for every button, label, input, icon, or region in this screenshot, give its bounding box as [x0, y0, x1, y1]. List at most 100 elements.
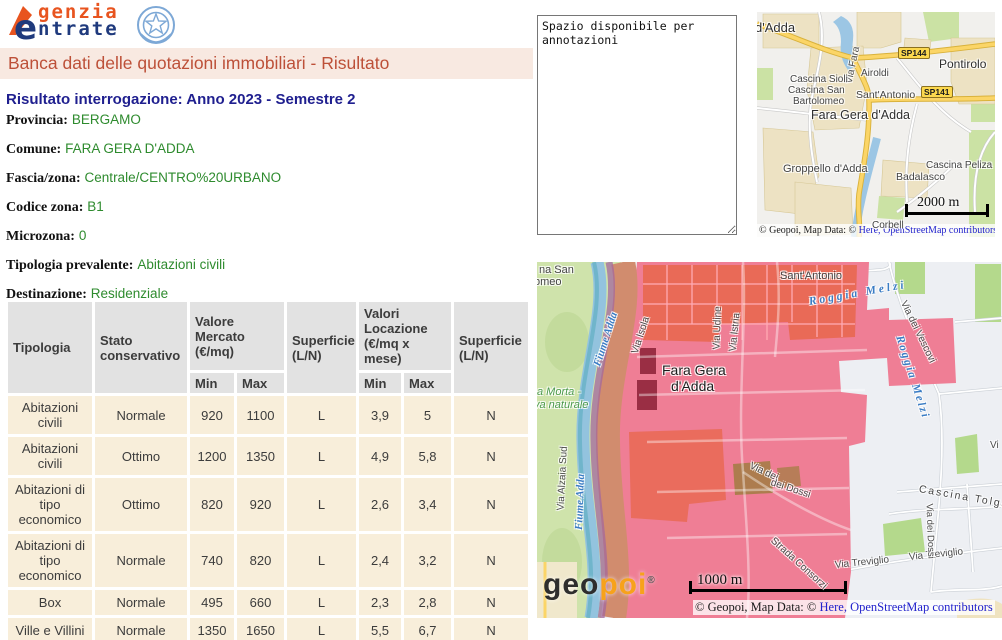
table-cell: 820 — [190, 478, 234, 531]
table-cell: 1650 — [237, 618, 284, 640]
map-label: Via Udine — [712, 306, 725, 350]
geopoi-logo: geopoi® — [543, 568, 656, 602]
map-label: Groppello d'Adda — [783, 163, 868, 175]
table-cell: 1200 — [190, 437, 234, 475]
table-cell: Box — [8, 590, 92, 615]
table-cell: 1350 — [190, 618, 234, 640]
col-header-tipologia: Tipologia — [8, 302, 92, 393]
map-label: Cascina Sioli — [790, 74, 848, 85]
table-cell: 5,5 — [359, 618, 401, 640]
map-label: Vi — [990, 440, 999, 451]
field-row: Fascia/zona: Centrale/CENTRO%20URBANO — [6, 170, 526, 187]
col-header-max-mercato: Max — [237, 373, 284, 393]
map-label: d'Adda — [757, 20, 795, 35]
logo-wordmark: genzia ntrate — [38, 4, 119, 38]
table-cell: 495 — [190, 590, 234, 615]
map-label: Cascina San — [788, 85, 845, 96]
col-header-max-locazione: Max — [404, 373, 451, 393]
field-value: BERGAMO — [72, 112, 141, 127]
table-cell: 2,4 — [359, 534, 401, 587]
table-cell: 820 — [237, 534, 284, 587]
table-cell: N — [454, 590, 528, 615]
table-cell: 3,4 — [404, 478, 451, 531]
map-label: d'Adda — [671, 378, 714, 394]
zone-map-attribution: © Geopoi, Map Data: © Here, OpenStreetMa… — [693, 600, 995, 615]
field-label: Fascia/zona: — [6, 171, 81, 186]
map-label: Airoldi — [861, 68, 889, 79]
table-cell: 1350 — [237, 437, 284, 475]
map-label: omeo — [537, 276, 562, 288]
table-cell: Abitazioni di tipo economico — [8, 478, 92, 531]
field-label: Provincia: — [6, 113, 68, 128]
map-label: Fara Gera d'Adda — [811, 108, 910, 122]
table-cell: 5 — [404, 396, 451, 434]
route-badge: SP144 — [898, 47, 930, 59]
attribution-text: © Geopoi, Map Data: © — [759, 225, 859, 236]
italian-republic-emblem-icon — [135, 4, 177, 46]
table-cell: 2,3 — [359, 590, 401, 615]
map-label: Sant'Antonio — [856, 89, 915, 101]
map-label: Cascina Peliza — [926, 160, 992, 171]
table-cell: Abitazioni civili — [8, 396, 92, 434]
map-label: Fiume Adda — [573, 474, 587, 531]
map-label: Pontirolo — [939, 57, 986, 71]
map-label: a Morta - — [537, 386, 581, 398]
quotazioni-table-body: Abitazioni civiliNormale9201100L3,95NAbi… — [8, 396, 528, 640]
table-cell: Normale — [95, 590, 187, 615]
route-badge: SP141 — [921, 86, 953, 98]
table-row: Abitazioni civiliNormale9201100L3,95N — [8, 396, 528, 434]
map-label: na San — [539, 264, 574, 276]
col-header-min-mercato: Min — [190, 373, 234, 393]
table-cell: 4,9 — [359, 437, 401, 475]
table-cell: L — [287, 590, 356, 615]
field-label: Microzona: — [6, 229, 75, 244]
field-value: 0 — [79, 228, 87, 243]
col-header-superficie-2: Superficie (L/N) — [454, 302, 528, 393]
table-cell: 1100 — [237, 396, 284, 434]
field-value: B1 — [87, 199, 104, 214]
col-header-valori-locazione: Valori Locazione (€/mq x mese) — [359, 302, 451, 370]
table-cell: Ottimo — [95, 478, 187, 531]
here-link[interactable]: Here, — [820, 600, 847, 614]
table-cell: L — [287, 396, 356, 434]
zone-map[interactable]: geopoi® 1000 m © Geopoi, Map Data: © Her… — [537, 262, 1002, 618]
table-cell: 2,6 — [359, 478, 401, 531]
table-cell: 2,8 — [404, 590, 451, 615]
table-cell: 3,2 — [404, 534, 451, 587]
map-label: Badalasco — [896, 171, 945, 183]
fields-list: Provincia: BERGAMO Comune: FARA GERA D'AD… — [6, 112, 526, 315]
quotazioni-table: Tipologia Stato conservativo Valore Merc… — [5, 299, 531, 640]
table-cell: Abitazioni di tipo economico — [8, 534, 92, 587]
table-row: Abitazioni di tipo economicoOttimo820920… — [8, 478, 528, 531]
agenzia-entrate-logo[interactable]: e genzia ntrate — [8, 4, 188, 46]
table-row: BoxNormale495660L2,32,8N — [8, 590, 528, 615]
map-label: Fara Gera — [662, 362, 726, 378]
map-label: va naturale — [537, 399, 588, 411]
col-header-superficie-1: Superficie (L/N) — [287, 302, 356, 393]
table-cell: L — [287, 437, 356, 475]
table-cell: Normale — [95, 534, 187, 587]
annotations-textarea[interactable]: Spazio disponibile per annotazioni — [537, 15, 737, 235]
table-cell: N — [454, 396, 528, 434]
field-row: Comune: FARA GERA D'ADDA — [6, 141, 526, 158]
field-value: Centrale/CENTRO%20URBANO — [85, 170, 282, 185]
field-value: FARA GERA D'ADDA — [65, 141, 194, 156]
table-cell: N — [454, 534, 528, 587]
table-cell: 6,7 — [404, 618, 451, 640]
overview-scale-bar — [905, 205, 989, 215]
table-cell: Ottimo — [95, 437, 187, 475]
col-header-stato: Stato conservativo — [95, 302, 187, 393]
table-cell: N — [454, 618, 528, 640]
table-cell: 660 — [237, 590, 284, 615]
overview-map[interactable]: 2000 m © Geopoi, Map Data: © Here, OpenS… — [757, 12, 995, 237]
openstreetmap-link[interactable]: OpenStreetMap contributors — [850, 600, 993, 614]
table-row: Abitazioni di tipo economicoNormale74082… — [8, 534, 528, 587]
result-heading: Risultato interrogazione: Anno 2023 - Se… — [6, 91, 356, 108]
table-cell: Ville e Villini — [8, 618, 92, 640]
field-value: Abitazioni civili — [137, 257, 225, 272]
map-label: Bartolomeo — [793, 96, 844, 107]
table-cell: Normale — [95, 618, 187, 640]
col-header-min-locazione: Min — [359, 373, 401, 393]
page-title: Banca dati delle quotazioni immobiliari … — [0, 48, 533, 79]
map-label: Sant'Antonio — [780, 270, 842, 282]
